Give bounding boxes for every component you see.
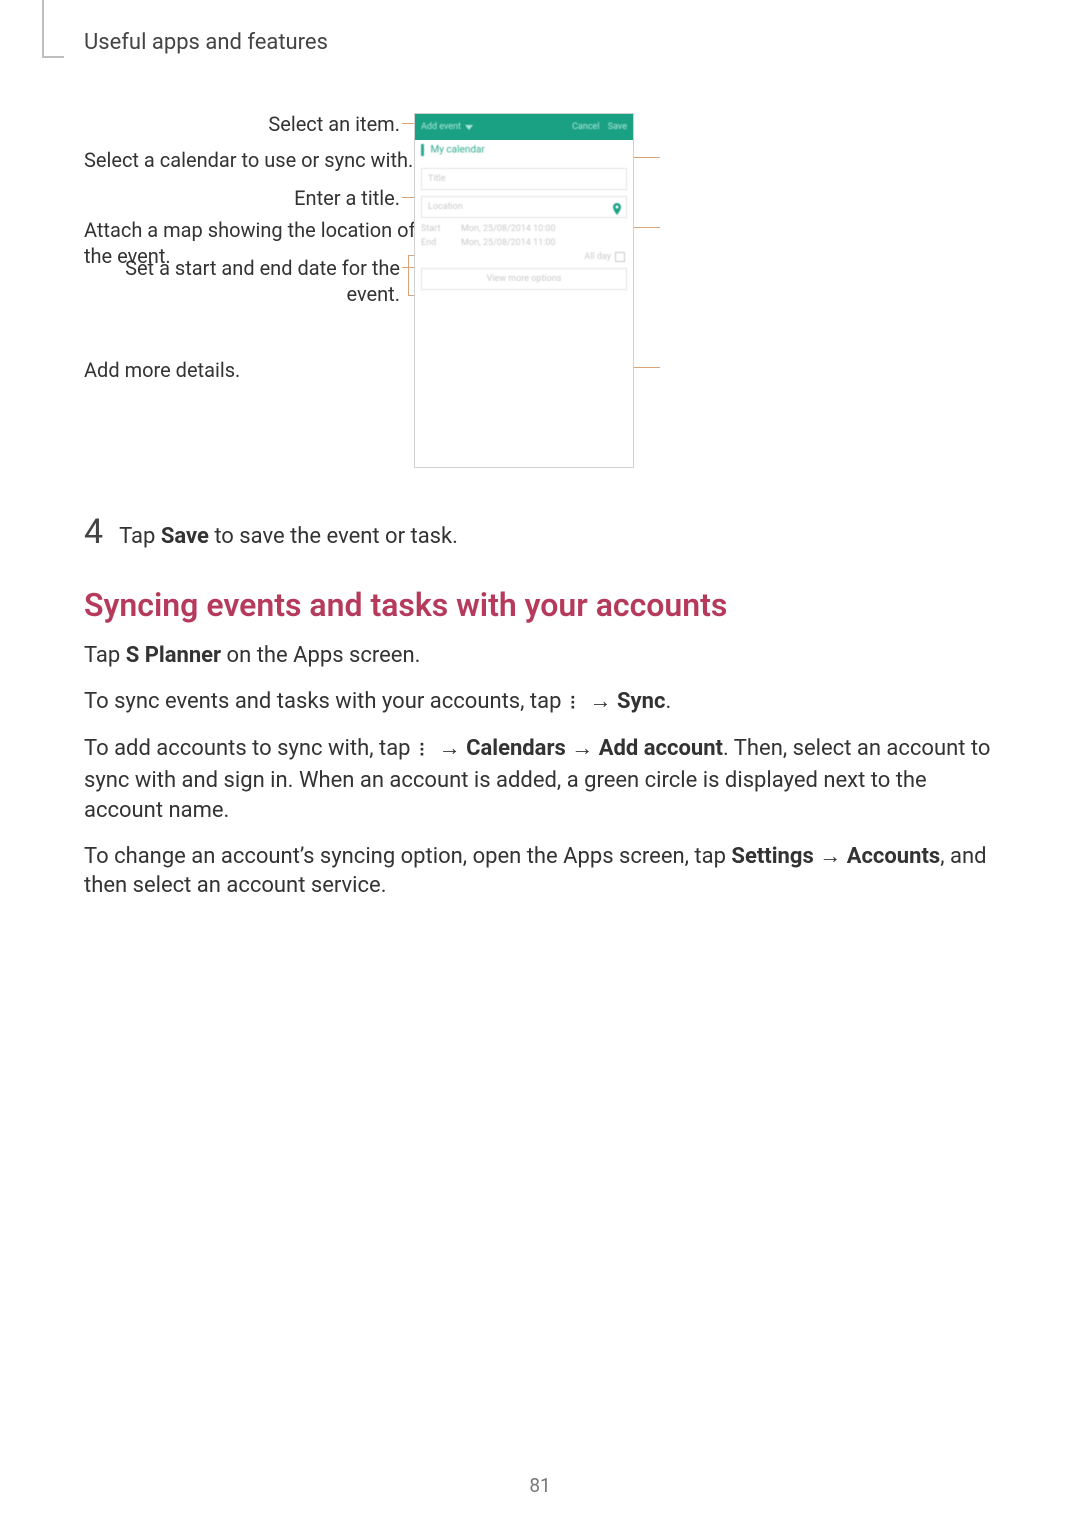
paragraph-3: To add accounts to sync with, tap → Cale… [84,734,996,825]
phone-cancel-button[interactable]: Cancel [572,122,599,132]
phone-start-row[interactable]: Start Mon, 25/08/2014 10:00 [421,224,627,234]
phone-mockup: Add event Cancel Save My calendar Title … [414,113,634,468]
section-heading: Syncing events and tasks with your accou… [84,584,996,627]
allday-checkbox[interactable] [615,252,625,262]
leader-line [408,255,409,295]
phone-location-field[interactable]: Location [421,196,627,218]
phone-title-field[interactable]: Title [421,168,627,190]
phone-calendar-row[interactable]: My calendar [415,140,633,162]
dropdown-triangle-icon[interactable] [465,125,473,130]
leader-line [634,157,660,158]
more-options-icon [416,736,433,766]
phone-allday-row[interactable]: All day [415,252,625,262]
phone-titlebar: Add event Cancel Save [415,114,633,140]
end-label: End [421,238,451,248]
location-placeholder: Location [428,202,463,212]
paragraph-2: To sync events and tasks with your accou… [84,687,996,719]
callout-select-calendar: Select a calendar to use or sync with. [84,147,416,173]
calendar-color-bar-icon [421,144,424,156]
calendar-name: My calendar [430,145,484,156]
callout-select-item: Select an item. [84,111,400,137]
step-4-line: 4 Tap Save to save the event or task. [84,510,996,556]
callout-attach-map: Attach a map showing the location of the… [84,217,416,269]
title-placeholder: Title [428,174,445,184]
paragraph-1: Tap S Planner on the Apps screen. [84,641,996,671]
phone-save-button[interactable]: Save [608,122,627,132]
callout-add-details: Add more details. [84,357,416,383]
end-value: Mon, 25/08/2014 11:00 [461,238,556,248]
page-number: 81 [0,1474,1080,1497]
section-header: Useful apps and features [84,30,328,55]
step-text: Tap Save to save the event or task. [119,522,458,552]
leader-line [634,227,660,228]
allday-label: All day [584,252,611,262]
phone-title[interactable]: Add event [421,122,461,132]
page-body-text: 4 Tap Save to save the event or task. Sy… [84,510,996,917]
start-value: Mon, 25/08/2014 10:00 [461,224,556,234]
callout-enter-title: Enter a title. [84,185,400,211]
map-pin-icon[interactable] [612,203,620,211]
phone-end-row[interactable]: End Mon, 25/08/2014 11:00 [421,238,627,248]
step-number: 4 [84,510,103,556]
phone-more-options[interactable]: View more options [421,268,627,290]
annotated-screenshot-figure: Select an item. Enter a title. Set a sta… [84,105,996,465]
more-options-icon [567,689,584,719]
paragraph-4: To change an account’s syncing option, o… [84,842,996,901]
start-label: Start [421,224,451,234]
page-edge-mark [42,0,44,56]
